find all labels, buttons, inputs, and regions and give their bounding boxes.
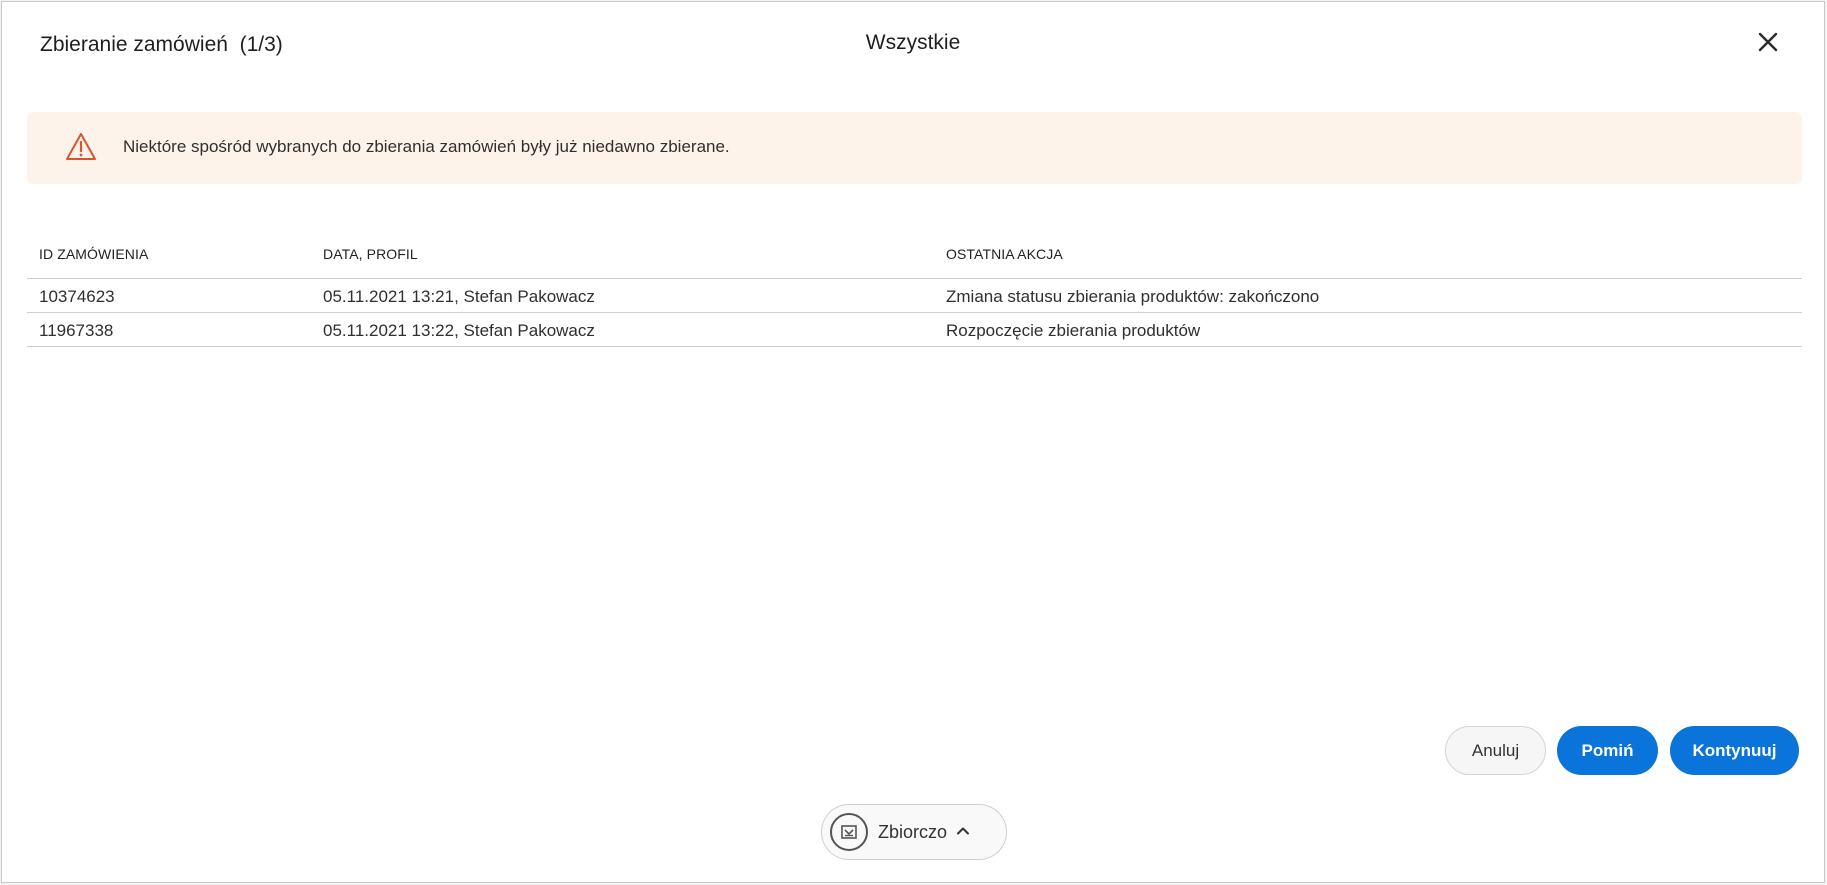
date-profile-cell: 05.11.2021 13:22, Stefan Pakowacz [323, 321, 595, 340]
close-button[interactable] [1756, 30, 1780, 54]
filter-label: Wszystkie [865, 31, 961, 54]
warning-alert: Niektóre spośród wybranych do zbierania … [27, 112, 1802, 184]
table-header: ID ZAMÓWIENIA DATA, PROFIL OSTATNIA AKCJ… [27, 240, 1802, 279]
order-picking-dialog: Zbieranie zamówień (1/3) Wszystkie Niekt… [1, 1, 1825, 883]
last-action-cell: Zmiana statusu zbierania produktów: zako… [946, 287, 1320, 306]
column-header-date-profile: DATA, PROFIL [323, 246, 418, 262]
alert-message: Niektóre spośród wybranych do zbierania … [123, 137, 730, 156]
close-icon [1758, 32, 1778, 52]
column-header-order-id: ID ZAMÓWIENIA [39, 246, 149, 262]
order-id-cell: 11967338 [39, 321, 114, 340]
cancel-button[interactable]: Anuluj [1445, 726, 1546, 775]
date-profile-cell: 05.11.2021 13:21, Stefan Pakowacz [323, 287, 595, 306]
table-row: 10374623 05.11.2021 13:21, Stefan Pakowa… [27, 279, 1802, 313]
orders-table: ID ZAMÓWIENIA DATA, PROFIL OSTATNIA AKCJ… [27, 240, 1802, 347]
column-header-last-action: OSTATNIA AKCJA [946, 246, 1063, 262]
summary-toggle-label: Zbiorczo [878, 822, 948, 842]
summary-toggle-button[interactable]: Zbiorczo [821, 804, 1007, 860]
skip-button[interactable]: Pomiń [1557, 726, 1658, 775]
continue-button[interactable]: Kontynuuj [1670, 726, 1799, 775]
last-action-cell: Rozpoczęcie zbierania produktów [946, 321, 1201, 340]
chevron-up-icon [957, 827, 969, 835]
bulk-view-icon [830, 813, 868, 851]
warning-triangle-icon [66, 133, 96, 160]
table-row: 11967338 05.11.2021 13:22, Stefan Pakowa… [27, 313, 1802, 347]
order-id-cell: 10374623 [39, 287, 115, 306]
